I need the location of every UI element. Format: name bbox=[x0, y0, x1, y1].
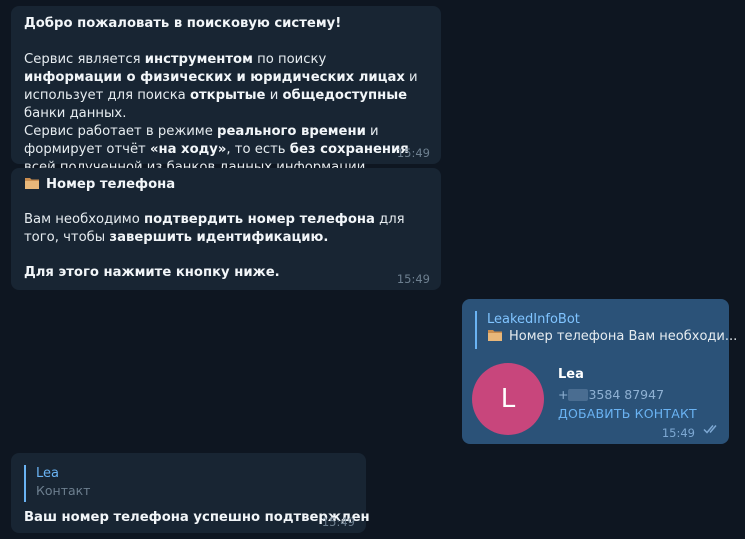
message-time: 15:49 bbox=[321, 515, 355, 529]
welcome-text: Добро пожаловать в поисковую систему! Се… bbox=[24, 15, 420, 177]
reply-sender: Lea bbox=[36, 466, 59, 481]
message-confirmation: Lea Контакт Ваш номер телефона успешно п… bbox=[11, 453, 370, 533]
phone-redaction bbox=[568, 389, 589, 401]
phone-request-text: Номер телефона Вам необходимо подтвердит… bbox=[24, 176, 420, 282]
contact-phone: +3584 87947 bbox=[558, 387, 665, 402]
folder-icon bbox=[487, 328, 503, 342]
message-contact-share: LeakedInfoBot Номер телефона Вам необход… bbox=[462, 299, 737, 444]
phone-request-title: Номер телефона bbox=[24, 176, 420, 194]
message-time: 15:49 bbox=[396, 146, 430, 160]
message-phone-request: Номер телефона Вам необходимо подтвердит… bbox=[11, 168, 441, 290]
welcome-paragraph-1: Сервис является инструментом по поиску и… bbox=[24, 52, 418, 121]
reply-sender: LeakedInfoBot bbox=[487, 312, 580, 327]
message-welcome: Добро пожаловать в поисковую систему! Се… bbox=[11, 6, 441, 175]
welcome-title: Добро пожаловать в поисковую систему! bbox=[24, 16, 342, 31]
reply-preview[interactable]: LeakedInfoBot Номер телефона Вам необход… bbox=[475, 311, 737, 349]
contact-avatar[interactable]: L bbox=[472, 363, 544, 435]
reply-snippet: Контакт bbox=[36, 483, 91, 498]
reply-preview[interactable]: Lea Контакт bbox=[24, 465, 236, 502]
add-contact-button[interactable]: ДОБАВИТЬ КОНТАКТ bbox=[558, 406, 697, 421]
message-time: 15:49 bbox=[661, 426, 695, 440]
double-check-icon bbox=[703, 419, 721, 438]
reply-snippet: Номер телефона Вам необходи... bbox=[487, 328, 737, 346]
phone-request-instruction: Для этого нажмите кнопку ниже. bbox=[24, 265, 280, 280]
message-time: 15:49 bbox=[396, 272, 430, 286]
folder-icon bbox=[24, 176, 40, 190]
confirmation-text: Ваш номер телефона успешно подтвержден bbox=[24, 510, 370, 525]
phone-request-paragraph: Вам необходимо подтвердить номер телефон… bbox=[24, 212, 405, 245]
contact-name[interactable]: Lea bbox=[558, 367, 584, 382]
